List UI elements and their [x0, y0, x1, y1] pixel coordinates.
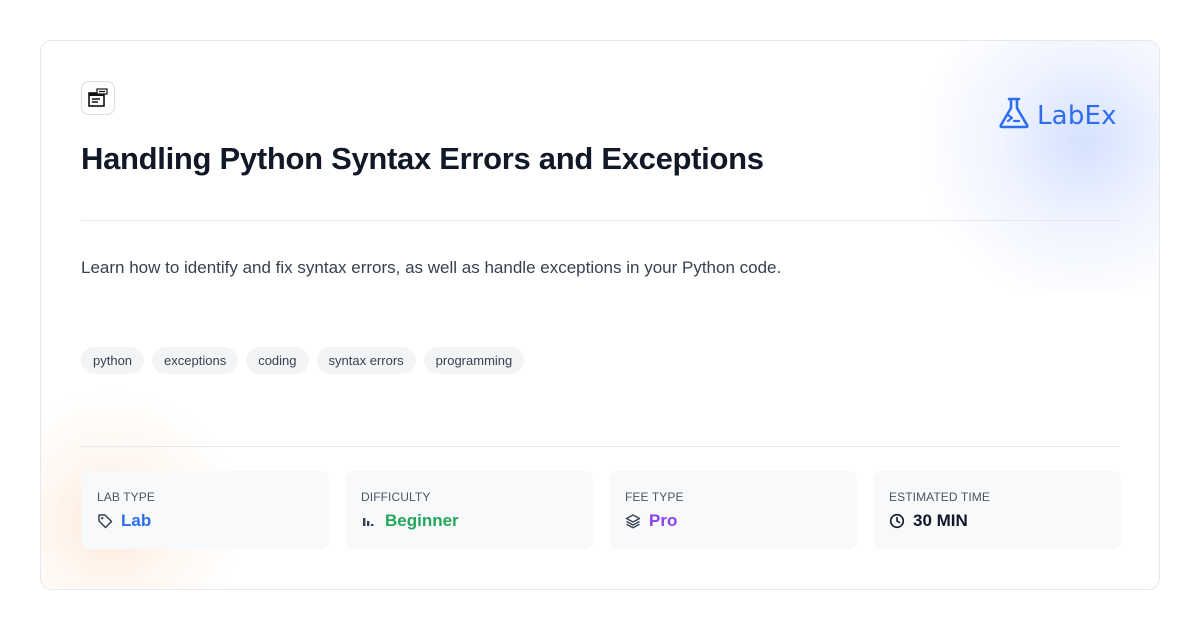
- divider: [81, 220, 1119, 221]
- decorative-glow-top-right: [909, 41, 1159, 291]
- tag-programming[interactable]: programming: [423, 347, 525, 374]
- meta-label: ESTIMATED TIME: [889, 490, 990, 504]
- lab-description: Learn how to identify and fix syntax err…: [81, 258, 782, 277]
- tag-syntax-errors[interactable]: syntax errors: [316, 347, 416, 374]
- terminal-window-icon: [81, 81, 115, 115]
- signal-bars-icon: [361, 513, 377, 529]
- tag-icon: [97, 513, 113, 529]
- meta-value: 30 MIN: [913, 511, 968, 530]
- meta-value: Pro: [649, 511, 678, 530]
- meta-label: DIFFICULTY: [361, 490, 431, 504]
- layers-icon: [625, 513, 641, 529]
- meta-lab-type: LAB TYPE Lab: [81, 471, 329, 549]
- labex-logo: LabEx: [997, 96, 1117, 135]
- clock-icon: [889, 513, 905, 529]
- tag-python[interactable]: python: [81, 347, 145, 374]
- tag-exceptions[interactable]: exceptions: [152, 347, 239, 374]
- tag-coding[interactable]: coding: [246, 347, 309, 374]
- meta-value: Beginner: [385, 511, 459, 530]
- page-title: Handling Python Syntax Errors and Except…: [81, 141, 764, 176]
- meta-label: FEE TYPE: [625, 490, 684, 504]
- lab-meta: LAB TYPE Lab DIFFICULTY Beginner FEE TYP…: [81, 471, 1121, 549]
- tag-list: python exceptions coding syntax errors p…: [81, 347, 525, 374]
- meta-fee-type: FEE TYPE Pro: [609, 471, 857, 549]
- meta-estimated-time: ESTIMATED TIME 30 MIN: [873, 471, 1121, 549]
- meta-difficulty: DIFFICULTY Beginner: [345, 471, 593, 549]
- flask-terminal-icon: [997, 96, 1031, 135]
- logo-wordmark: LabEx: [1037, 100, 1117, 131]
- divider: [81, 446, 1119, 447]
- meta-label: LAB TYPE: [97, 490, 155, 504]
- meta-value: Lab: [121, 511, 152, 530]
- lab-card: LabEx Handling Python Syntax Errors and …: [40, 40, 1160, 590]
